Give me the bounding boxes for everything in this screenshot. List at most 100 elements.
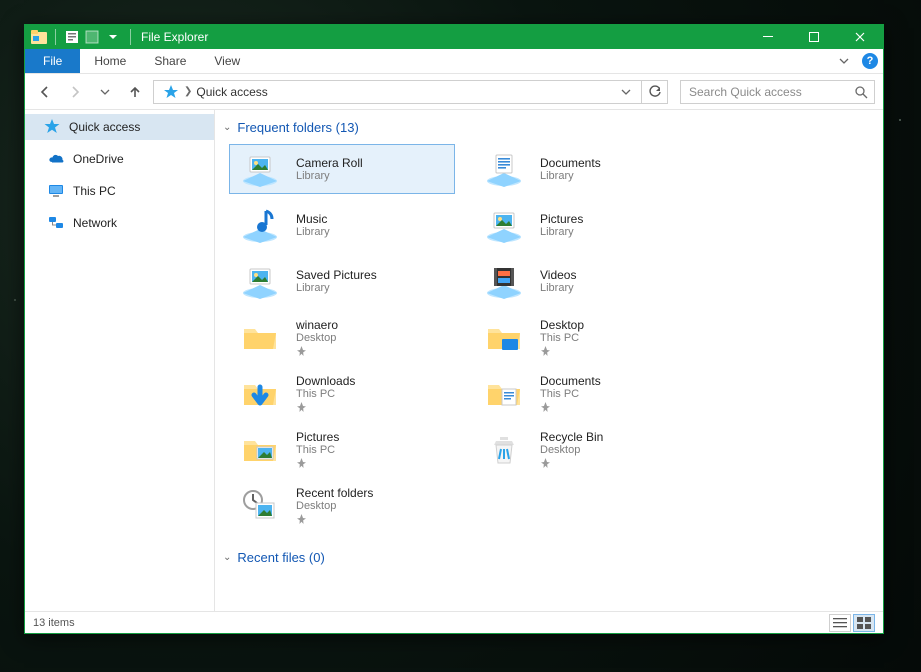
sidebar-item-label: OneDrive bbox=[73, 152, 124, 166]
folder-labels: Documents This PC bbox=[540, 374, 601, 413]
address-bar[interactable]: ❯ Quick access bbox=[153, 80, 642, 104]
folder-item[interactable]: Downloads This PC bbox=[229, 368, 455, 418]
folder-name: Saved Pictures bbox=[296, 268, 377, 282]
lib-pic-icon bbox=[236, 149, 284, 189]
back-button[interactable] bbox=[33, 80, 57, 104]
folder-name: Camera Roll bbox=[296, 156, 363, 170]
pin-icon bbox=[540, 402, 601, 413]
lib-pic-icon bbox=[236, 261, 284, 301]
title-bar[interactable]: File Explorer bbox=[25, 25, 883, 49]
content-area: ⌄Frequent folders (13) Camera Roll Libra… bbox=[215, 110, 883, 611]
folder-location: Library bbox=[540, 282, 576, 294]
search-input[interactable] bbox=[687, 84, 854, 100]
navigation-bar: ❯ Quick access bbox=[25, 74, 883, 110]
separator bbox=[130, 29, 131, 45]
search-box[interactable] bbox=[680, 80, 875, 104]
group-header[interactable]: ⌄Frequent folders (13) bbox=[223, 114, 875, 140]
folder-name: Music bbox=[296, 212, 330, 226]
folder-location: This PC bbox=[540, 388, 601, 400]
folder-location: Library bbox=[540, 170, 601, 182]
pin-icon bbox=[296, 402, 355, 413]
address-crumb[interactable]: Quick access bbox=[196, 85, 267, 99]
sidebar-item-quick-access[interactable]: Quick access bbox=[25, 114, 214, 140]
recent-icon bbox=[236, 485, 284, 525]
navigation-pane[interactable]: Quick access OneDrive This PC Network bbox=[25, 110, 215, 611]
downloads-icon bbox=[236, 373, 284, 413]
qat-newfolder-icon[interactable] bbox=[84, 29, 100, 45]
onedrive-icon bbox=[47, 150, 65, 168]
folder-name: Pictures bbox=[296, 430, 339, 444]
maximize-button[interactable] bbox=[791, 25, 837, 49]
folder-item[interactable]: Videos Library bbox=[473, 256, 699, 306]
folder-location: Desktop bbox=[296, 332, 338, 344]
lib-doc-icon bbox=[480, 149, 528, 189]
folder-item[interactable]: Pictures Library bbox=[473, 200, 699, 250]
ribbon-expand-button[interactable] bbox=[831, 49, 857, 73]
file-tab[interactable]: File bbox=[25, 49, 80, 73]
sidebar-item-this-pc[interactable]: This PC bbox=[25, 178, 214, 204]
folder-labels: winaero Desktop bbox=[296, 318, 338, 357]
folder-labels: Camera Roll Library bbox=[296, 156, 363, 182]
status-text: 13 items bbox=[33, 617, 75, 629]
chevron-down-icon: ⌄ bbox=[223, 552, 231, 563]
folder-item[interactable]: Documents This PC bbox=[473, 368, 699, 418]
minimize-button[interactable] bbox=[745, 25, 791, 49]
folder-name: Downloads bbox=[296, 374, 355, 388]
file-explorer-window: File Explorer File Home Share View ? bbox=[24, 24, 884, 634]
help-button[interactable]: ? bbox=[857, 49, 883, 73]
folder-item[interactable]: Desktop This PC bbox=[473, 312, 699, 362]
folder-item[interactable]: Documents Library bbox=[473, 144, 699, 194]
lib-music-icon bbox=[236, 205, 284, 245]
sidebar-item-onedrive[interactable]: OneDrive bbox=[25, 146, 214, 172]
up-button[interactable] bbox=[123, 80, 147, 104]
folder-item[interactable]: Music Library bbox=[229, 200, 455, 250]
folder-labels: Downloads This PC bbox=[296, 374, 355, 413]
folder-item[interactable]: Camera Roll Library bbox=[229, 144, 455, 194]
folder-labels: Pictures Library bbox=[540, 212, 583, 238]
folder-location: Library bbox=[296, 282, 377, 294]
folder-location: This PC bbox=[296, 444, 339, 456]
folder-labels: Saved Pictures Library bbox=[296, 268, 377, 294]
folder-item[interactable]: winaero Desktop bbox=[229, 312, 455, 362]
folder-location: Desktop bbox=[540, 444, 603, 456]
folder-grid: Camera Roll Library Documents Library Mu… bbox=[223, 140, 875, 544]
folder-item[interactable]: Saved Pictures Library bbox=[229, 256, 455, 306]
qat-customize-icon[interactable] bbox=[104, 29, 120, 45]
tab-view[interactable]: View bbox=[200, 49, 254, 73]
forward-button[interactable] bbox=[63, 80, 87, 104]
pin-icon bbox=[296, 514, 373, 525]
chevron-right-icon[interactable]: ❯ bbox=[184, 86, 192, 97]
pc-icon bbox=[47, 182, 65, 200]
folder-labels: Videos Library bbox=[540, 268, 576, 294]
qat-properties-icon[interactable] bbox=[64, 29, 80, 45]
pin-icon bbox=[296, 458, 339, 469]
tab-share[interactable]: Share bbox=[140, 49, 200, 73]
star-icon bbox=[43, 118, 61, 136]
recycle-icon bbox=[480, 429, 528, 469]
folder-item[interactable]: Pictures This PC bbox=[229, 424, 455, 474]
sidebar-item-label: Quick access bbox=[69, 120, 140, 134]
search-icon bbox=[854, 85, 868, 99]
explorer-icon bbox=[31, 29, 47, 45]
folder-name: Documents bbox=[540, 374, 601, 388]
folder-location: Desktop bbox=[296, 500, 373, 512]
refresh-button[interactable] bbox=[642, 80, 668, 104]
large-icons-view-button[interactable] bbox=[853, 614, 875, 632]
details-view-button[interactable] bbox=[829, 614, 851, 632]
tab-home[interactable]: Home bbox=[80, 49, 140, 73]
group-header[interactable]: ⌄ Recent files (0) bbox=[223, 544, 875, 570]
sidebar-item-network[interactable]: Network bbox=[25, 210, 214, 236]
close-button[interactable] bbox=[837, 25, 883, 49]
content-scroll[interactable]: ⌄Frequent folders (13) Camera Roll Libra… bbox=[215, 110, 883, 611]
folder-item[interactable]: Recycle Bin Desktop bbox=[473, 424, 699, 474]
pin-icon bbox=[296, 346, 338, 357]
folder-labels: Recycle Bin Desktop bbox=[540, 430, 603, 469]
recent-locations-button[interactable] bbox=[93, 80, 117, 104]
documents-icon bbox=[480, 373, 528, 413]
folder-item[interactable]: Recent folders Desktop bbox=[229, 480, 455, 530]
folder-name: Recycle Bin bbox=[540, 430, 603, 444]
address-dropdown-button[interactable] bbox=[621, 87, 639, 97]
folder-name: Recent folders bbox=[296, 486, 373, 500]
window-title: File Explorer bbox=[135, 30, 208, 44]
group-title: Recent files (0) bbox=[237, 550, 324, 565]
